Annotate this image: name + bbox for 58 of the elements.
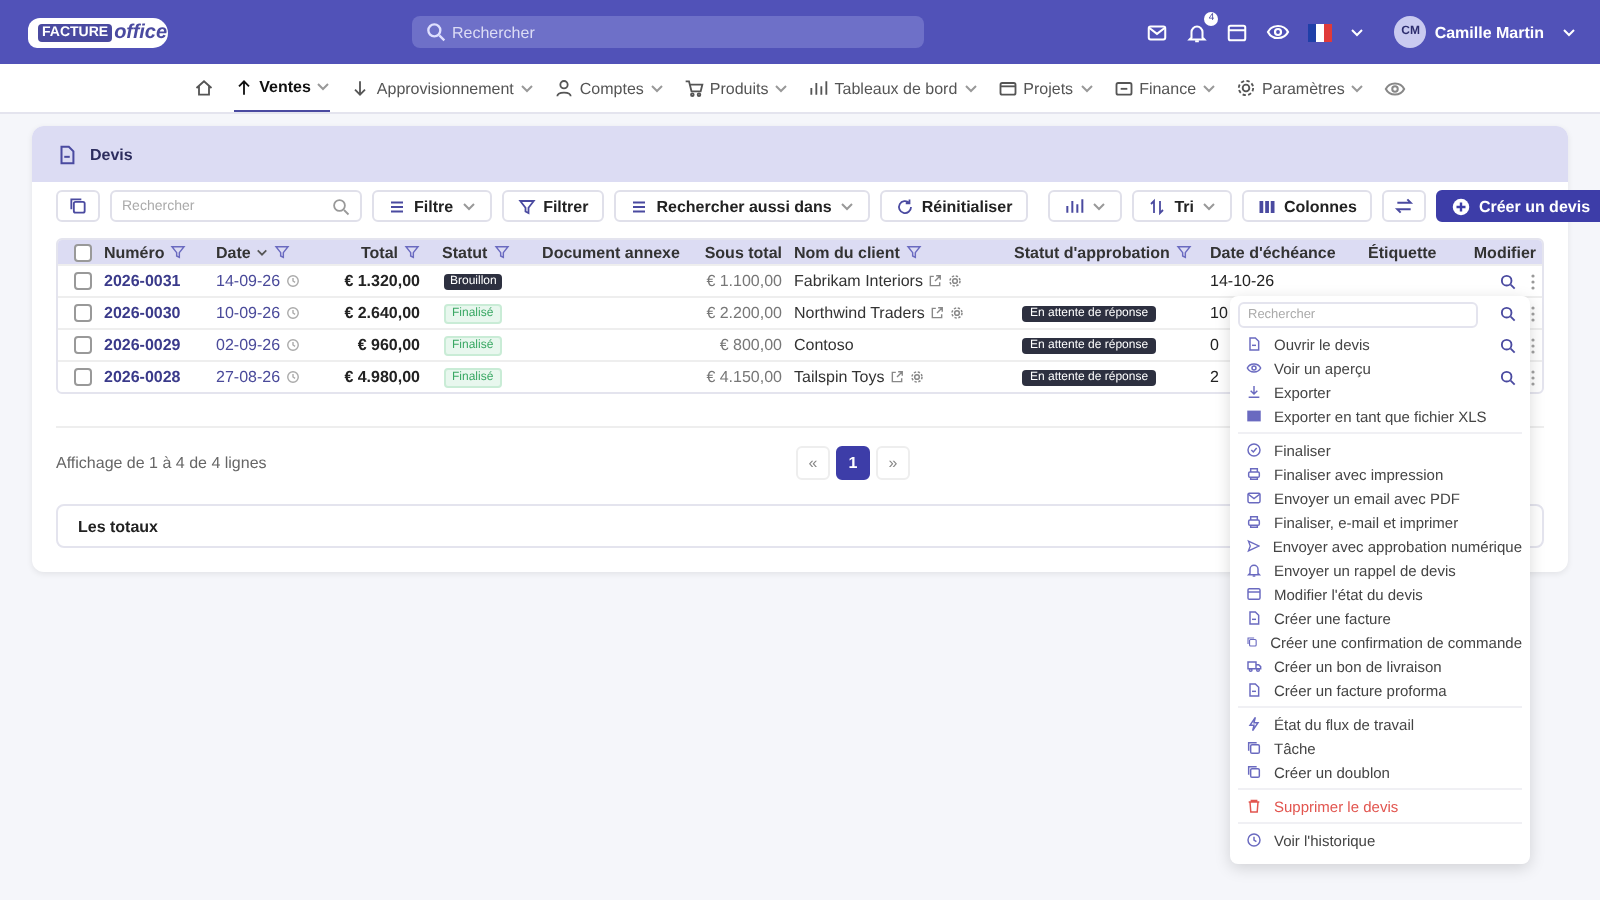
column-header[interactable]: Document annexe xyxy=(542,243,680,261)
nav-tab[interactable]: Approvisionnement xyxy=(350,64,534,112)
nav-tab[interactable]: Produits xyxy=(683,64,789,112)
table-cell: 2 xyxy=(1210,368,1219,386)
table-cell: 27-08-26 xyxy=(216,368,281,386)
card-title: Devis xyxy=(90,145,133,163)
column-header[interactable]: Numéro xyxy=(104,243,165,261)
sort-button[interactable]: Tri xyxy=(1132,190,1232,222)
column-header[interactable]: Date xyxy=(216,243,251,261)
nav-tab[interactable]: Comptes xyxy=(553,64,664,112)
table-cell: € 1.320,00 xyxy=(344,272,420,290)
table-cell: € 4.150,00 xyxy=(706,368,782,386)
table-cell: € 960,00 xyxy=(357,336,420,354)
table-cell: 0 xyxy=(1210,336,1219,354)
filter-menu-button[interactable]: Filtre xyxy=(372,190,492,222)
client-name: Tailspin Toys xyxy=(794,368,885,386)
table-cell: € 2.640,00 xyxy=(344,304,420,322)
table-cell: € 1.100,00 xyxy=(706,272,782,290)
filter-button[interactable]: Filtrer xyxy=(501,190,605,222)
column-header[interactable]: Date d'échéance xyxy=(1210,243,1336,261)
previous-page-button[interactable]: « xyxy=(796,445,830,479)
table-cell: 02-09-26 xyxy=(216,336,281,354)
table-cell: € 4.980,00 xyxy=(344,368,420,386)
quote-number-link[interactable]: 2026-0031 xyxy=(104,272,181,290)
search-field[interactable]: Rechercher xyxy=(412,16,924,48)
search-scope-button[interactable]: Rechercher aussi dans xyxy=(614,190,870,222)
column-header[interactable]: Modifier xyxy=(1473,243,1536,261)
create-quote-button[interactable]: Créer un devis xyxy=(1436,190,1600,222)
client-name: Northwind Traders xyxy=(794,304,925,322)
client-name: Contoso xyxy=(794,336,854,354)
nav-tab[interactable]: Projets xyxy=(997,64,1094,112)
column-header[interactable]: Total xyxy=(360,243,398,261)
user-name[interactable]: Camille Martin xyxy=(1434,23,1544,41)
column-header[interactable]: Statut d'approbation xyxy=(1014,243,1170,261)
next-page-button[interactable]: » xyxy=(876,445,910,479)
client-name: Fabrikam Interiors xyxy=(794,272,923,290)
nav-tab[interactable]: Tableaux de bord xyxy=(808,64,978,112)
column-header[interactable]: Étiquette xyxy=(1368,243,1437,261)
nav-tab[interactable]: Finance xyxy=(1113,64,1217,112)
table-cell: € 800,00 xyxy=(719,336,782,354)
columns-button[interactable]: Colonnes xyxy=(1241,190,1373,222)
nav-tab[interactable]: Paramètres xyxy=(1236,64,1365,112)
page-button[interactable]: 1 xyxy=(836,445,870,479)
row-summary: Affichage de 1 à 4 de 4 lignes xyxy=(56,453,267,471)
table-cell: 10-09-26 xyxy=(216,304,281,322)
totals-title: Les totaux xyxy=(78,517,159,535)
table-cell: € 2.200,00 xyxy=(706,304,782,322)
nav-tab[interactable]: Ventes xyxy=(233,64,331,112)
quote-number-link[interactable]: 2026-0029 xyxy=(104,336,181,354)
quote-number-link[interactable]: 2026-0030 xyxy=(104,304,181,322)
quote-number-link[interactable]: 2026-0028 xyxy=(104,368,181,386)
table-cell: 14-10-26 xyxy=(1210,272,1275,290)
column-header[interactable]: Nom du client xyxy=(794,243,900,261)
column-header[interactable]: Sous total xyxy=(704,243,782,261)
reset-button[interactable]: Réinitialiser xyxy=(879,190,1029,222)
table-cell: 14-09-26 xyxy=(216,272,281,290)
column-header[interactable]: Statut xyxy=(442,243,488,261)
table-cell: 10 xyxy=(1210,304,1228,322)
